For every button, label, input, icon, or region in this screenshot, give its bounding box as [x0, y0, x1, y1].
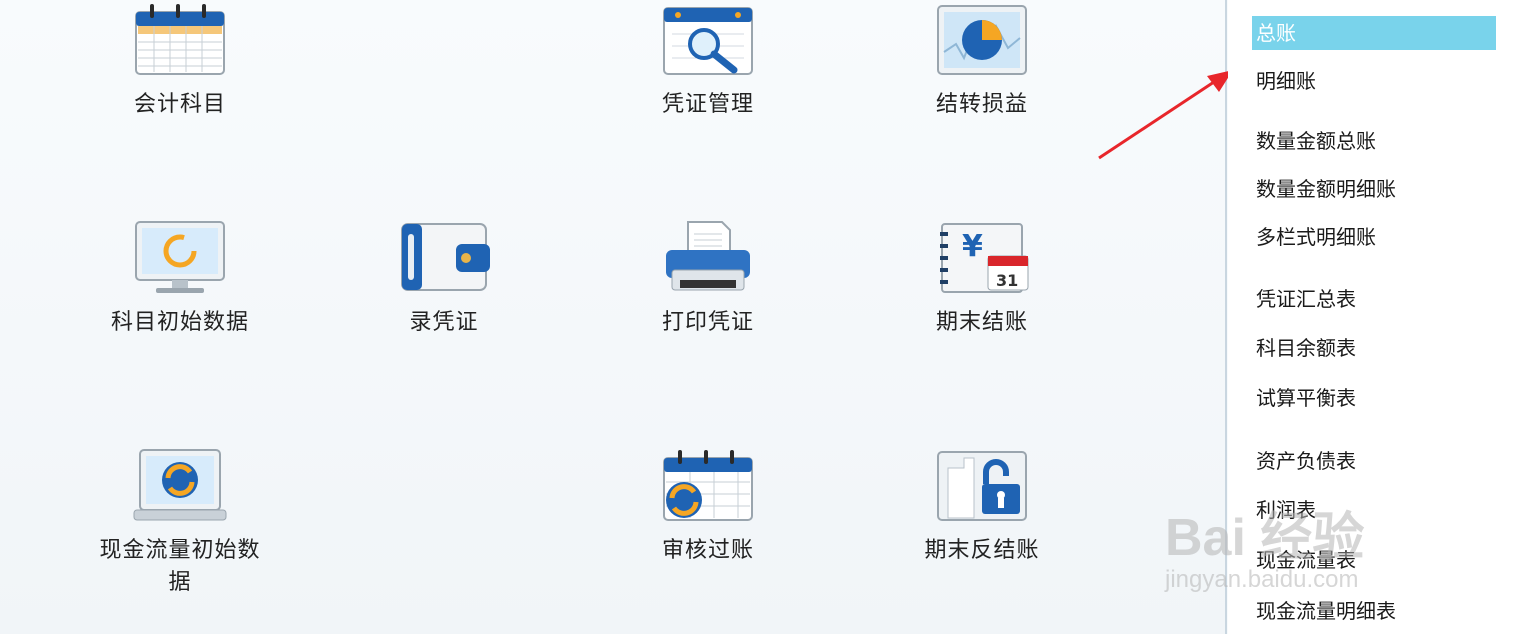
pie-chart-icon [934, 2, 1030, 78]
tile-label: 打印凭证 [661, 310, 754, 335]
sidebar-item-voucher-summary[interactable]: 凭证汇总表 [1252, 282, 1496, 316]
sidebar-item-trial-balance[interactable]: 试算平衡表 [1252, 381, 1496, 415]
report-sidebar: 总账 明细账 数量金额总账 数量金额明细账 多栏式明细账 凭证汇总表 科目余额表… [1228, 0, 1520, 634]
sidebar-item-cashflow-detail[interactable]: 现金流量明细表 [1252, 594, 1496, 628]
sidebar-item-qty-amount-ledger[interactable]: 数量金额总账 [1252, 124, 1496, 158]
tile-carry-forward[interactable]: 结转损益 [892, 2, 1072, 118]
sidebar-item-income-statement[interactable]: 利润表 [1252, 493, 1496, 527]
tile-print-voucher[interactable]: 打印凭证 [618, 220, 798, 336]
calendar-icon [132, 2, 228, 78]
wallet-icon [396, 220, 492, 296]
sidebar-item-multicolumn-detail[interactable]: 多栏式明细账 [1252, 220, 1496, 254]
red-arrow-icon [1098, 70, 1233, 160]
magnifier-document-icon [660, 2, 756, 78]
sidebar-item-detail-ledger[interactable]: 明细账 [1252, 64, 1496, 98]
tile-period-close[interactable]: ¥ 31 期末结账 [892, 220, 1072, 336]
tile-label: 审核过账 [661, 538, 754, 563]
sidebar-item-qty-amount-detail[interactable]: 数量金额明细账 [1252, 172, 1496, 206]
sidebar-item-general-ledger[interactable]: 总账 [1252, 16, 1496, 50]
tile-label: 凭证管理 [661, 92, 754, 117]
unlock-icon [934, 448, 1030, 524]
tile-enter-voucher[interactable]: 录凭证 [354, 220, 534, 336]
status-bar [0, 622, 1225, 634]
laptop-sync-icon [132, 448, 228, 524]
svg-text:¥: ¥ [962, 229, 983, 264]
tile-label: 期末反结账 [924, 538, 1040, 563]
tile-voucher-management[interactable]: 凭证管理 [618, 2, 798, 118]
printer-icon [660, 220, 756, 296]
sidebar-item-balance-sheet[interactable]: 资产负债表 [1252, 444, 1496, 478]
tile-label: 录凭证 [409, 310, 479, 335]
sidebar-item-account-balance[interactable]: 科目余额表 [1252, 331, 1496, 365]
tile-label: 会计科目 [133, 92, 226, 117]
tile-audit-post[interactable]: 审核过账 [618, 448, 798, 564]
svg-text:31: 31 [996, 271, 1018, 290]
tile-accounting-subjects[interactable]: 会计科目 [90, 2, 270, 118]
tile-label: 科目初始数据 [110, 310, 249, 335]
ledger-calendar-icon: ¥ 31 [934, 220, 1030, 296]
tile-label: 现金流量初始数据 [99, 538, 261, 595]
calendar-sync-icon [660, 448, 756, 524]
tile-initial-data[interactable]: 科目初始数据 [90, 220, 270, 336]
tile-label: 结转损益 [935, 92, 1028, 117]
tile-reverse-close[interactable]: 期末反结账 [892, 448, 1072, 564]
sidebar-item-cashflow-statement[interactable]: 现金流量表 [1252, 543, 1496, 577]
monitor-icon [132, 220, 228, 296]
main-panel: 会计科目 凭证管理 结转损益 科目初始数据 录凭证 打印凭证 ¥ 31 期末结账… [0, 0, 1225, 634]
tile-cashflow-initial[interactable]: 现金流量初始数据 [90, 448, 270, 596]
tile-label: 期末结账 [935, 310, 1028, 335]
